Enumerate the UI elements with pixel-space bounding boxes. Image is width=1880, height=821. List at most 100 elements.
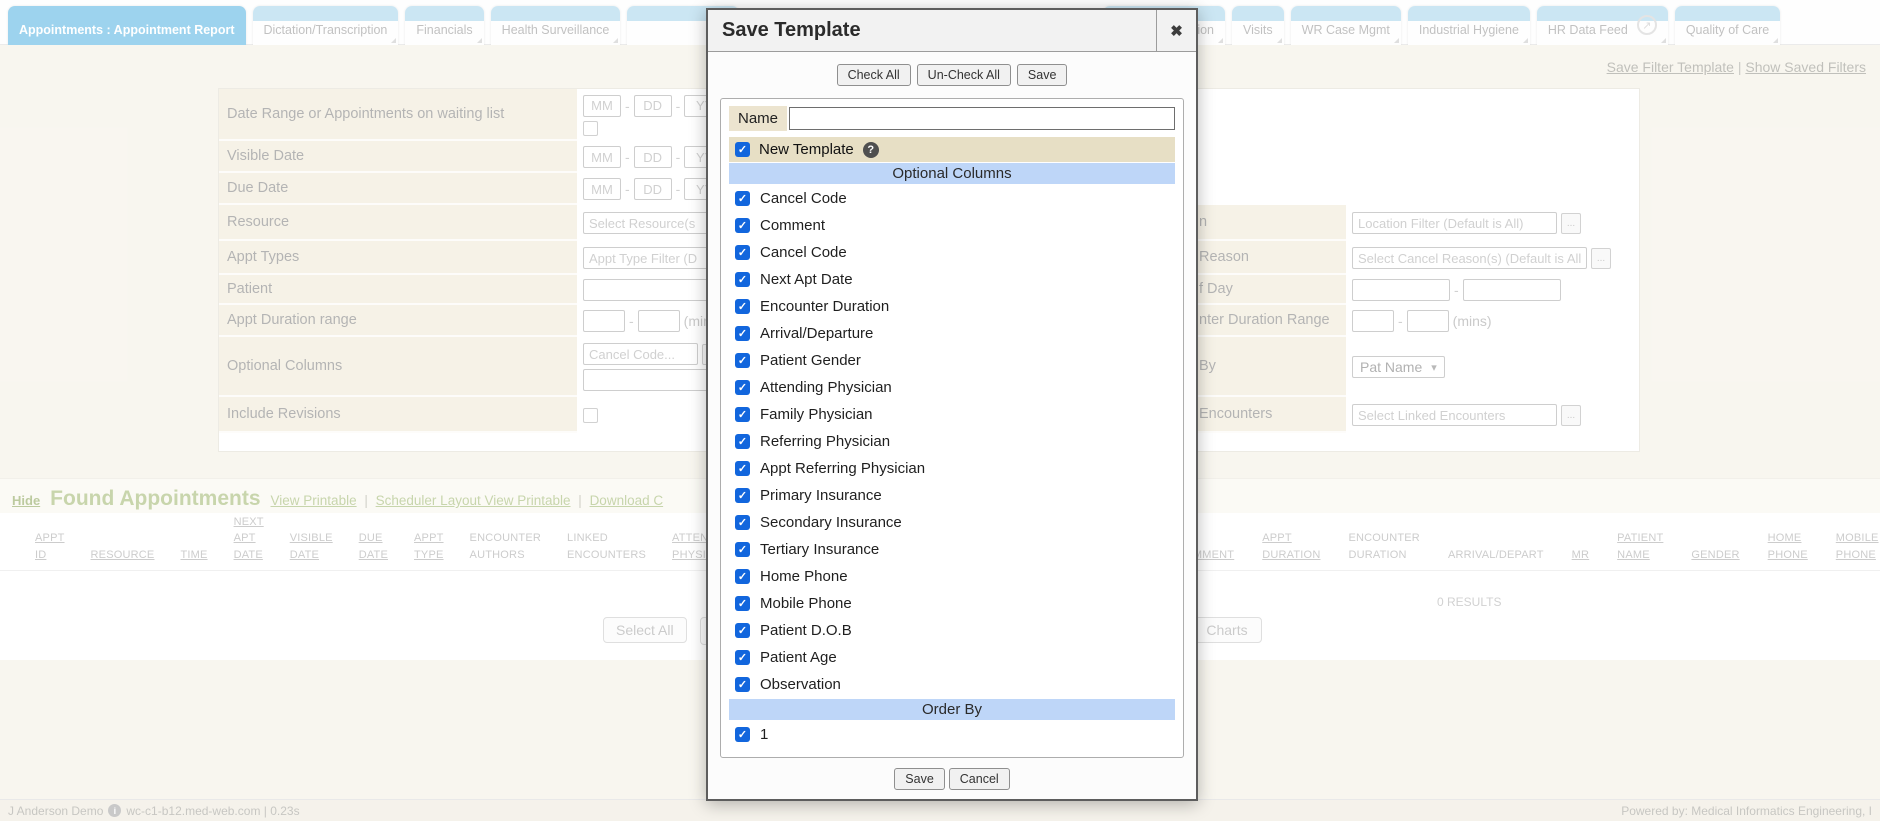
save-filter-template-link[interactable]: Save Filter Template bbox=[1607, 59, 1734, 75]
column-header[interactable]: MOBILE PHONE bbox=[1836, 530, 1879, 563]
help-icon[interactable]: ? bbox=[863, 142, 879, 158]
chevron-down-icon: ▾ bbox=[1431, 361, 1437, 374]
column-header[interactable]: GENDER bbox=[1691, 547, 1739, 564]
nav-tab[interactable]: Health Surveillance ↗ bbox=[491, 6, 621, 45]
nav-tab[interactable]: Appointments : Appointment Report ↗ bbox=[8, 6, 246, 45]
optional-column-label: Primary Insurance bbox=[760, 487, 882, 504]
checkbox-checked[interactable] bbox=[735, 326, 750, 341]
linked-encounters-input[interactable] bbox=[1352, 404, 1557, 426]
optional-column-label: Mobile Phone bbox=[760, 595, 852, 612]
download-link[interactable]: Download C bbox=[590, 493, 664, 508]
appt-duration-min-input[interactable] bbox=[583, 310, 625, 332]
checkbox-checked[interactable] bbox=[735, 677, 750, 692]
checkbox-checked[interactable] bbox=[735, 191, 750, 206]
checkbox-checked[interactable] bbox=[735, 542, 750, 557]
cancel-button[interactable]: Cancel bbox=[949, 768, 1010, 790]
resource-label: Resource bbox=[219, 205, 577, 241]
tab-group-left: Appointments : Appointment Report ↗ Dict… bbox=[8, 6, 739, 45]
optional-column-item: Patient Gender bbox=[729, 347, 1175, 374]
waiting-list-checkbox[interactable] bbox=[583, 121, 598, 136]
column-header[interactable]: APPT TYPE bbox=[414, 530, 444, 563]
view-printable-link[interactable]: View Printable bbox=[271, 493, 357, 508]
optional-column-item: Cancel Code bbox=[729, 185, 1175, 212]
checkbox-checked[interactable] bbox=[735, 650, 750, 665]
save-top-button[interactable]: Save bbox=[1017, 64, 1068, 86]
optional-column-label: Family Physician bbox=[760, 406, 873, 423]
time-of-day-start-input[interactable] bbox=[1352, 279, 1450, 301]
checkbox-checked[interactable] bbox=[735, 488, 750, 503]
due-date-mm-input[interactable] bbox=[583, 178, 621, 200]
location-filter-input[interactable] bbox=[1352, 212, 1557, 234]
appt-duration-max-input[interactable] bbox=[638, 310, 680, 332]
select-all-button[interactable]: Select All bbox=[603, 617, 687, 643]
check-all-button[interactable]: Check All bbox=[837, 64, 911, 86]
linked-encounters-picker-button[interactable]: ... bbox=[1561, 405, 1581, 426]
nav-tab[interactable]: Quality of Care ↗ bbox=[1675, 6, 1780, 45]
info-icon[interactable]: i bbox=[108, 804, 121, 817]
column-header[interactable]: DUE DATE bbox=[359, 530, 388, 563]
location-picker-button[interactable]: ... bbox=[1561, 213, 1581, 234]
checkbox-checked[interactable] bbox=[735, 218, 750, 233]
cancel-reason-picker-button[interactable]: ... bbox=[1591, 248, 1611, 269]
nav-tab[interactable]: Financials ↗ bbox=[405, 6, 483, 45]
column-header[interactable]: HOME PHONE bbox=[1768, 530, 1808, 563]
checkbox-checked[interactable] bbox=[735, 727, 750, 742]
checkbox-checked[interactable] bbox=[735, 569, 750, 584]
cancel-reason-fields: ... bbox=[1346, 241, 1641, 275]
order-by-item: 1 bbox=[729, 721, 1175, 748]
modal-header: Save Template ✖ bbox=[708, 10, 1196, 52]
encounter-duration-min-input[interactable] bbox=[1352, 310, 1394, 332]
nav-tab[interactable]: Visits ↗ bbox=[1232, 6, 1284, 45]
date-range-mm-input[interactable] bbox=[583, 95, 621, 117]
new-template-checkbox[interactable] bbox=[735, 142, 750, 157]
checkbox-checked[interactable] bbox=[735, 272, 750, 287]
nav-tab[interactable]: HR Data Feed ↗ bbox=[1537, 6, 1668, 45]
checkbox-checked[interactable] bbox=[735, 596, 750, 611]
column-header[interactable]: APPT DURATION bbox=[1262, 530, 1320, 563]
checkbox-checked[interactable] bbox=[735, 623, 750, 638]
scheduler-layout-view-printable-link[interactable]: Scheduler Layout View Printable bbox=[376, 493, 571, 508]
order-by-list: 1 bbox=[729, 721, 1175, 748]
external-link-icon: ↗ bbox=[1637, 15, 1657, 35]
visible-date-mm-input[interactable] bbox=[583, 146, 621, 168]
close-icon[interactable]: ✖ bbox=[1156, 10, 1196, 51]
column-header[interactable]: APPT ID bbox=[35, 530, 65, 563]
order-by-select[interactable]: Pat Name ▾ bbox=[1352, 356, 1445, 378]
column-header[interactable]: RESOURCE bbox=[91, 547, 155, 564]
column-header[interactable]: PATIENT NAME bbox=[1617, 530, 1663, 563]
checkbox-checked[interactable] bbox=[735, 245, 750, 260]
nav-tab[interactable]: Dictation/Transcription ↗ bbox=[253, 6, 399, 45]
checkbox-checked[interactable] bbox=[735, 461, 750, 476]
visible-date-dd-input[interactable] bbox=[634, 146, 672, 168]
save-button[interactable]: Save bbox=[894, 768, 945, 790]
hide-link[interactable]: Hide bbox=[12, 493, 40, 508]
encounter-duration-max-input[interactable] bbox=[1407, 310, 1449, 332]
include-revisions-checkbox[interactable] bbox=[583, 408, 598, 423]
checkbox-checked[interactable] bbox=[735, 515, 750, 530]
checkbox-checked[interactable] bbox=[735, 353, 750, 368]
checkbox-checked[interactable] bbox=[735, 434, 750, 449]
charts-button[interactable]: Charts bbox=[1192, 617, 1262, 643]
checkbox-checked[interactable] bbox=[735, 407, 750, 422]
nav-tab[interactable]: WR Case Mgmt ↗ bbox=[1291, 6, 1401, 45]
column-header[interactable]: TIME bbox=[180, 547, 207, 564]
column-header[interactable]: NEXT APT DATE bbox=[234, 514, 264, 564]
tab-group-right: tion ↗ Visits ↗ WR Case Mgmt ↗ Industria… bbox=[1103, 6, 1780, 45]
nav-tab[interactable]: Industrial Hygiene ↗ bbox=[1408, 6, 1530, 45]
found-appointments-links: View Printable | Scheduler Layout View P… bbox=[271, 493, 664, 508]
optional-columns-input[interactable] bbox=[583, 343, 698, 365]
column-header[interactable]: VISIBLE DATE bbox=[290, 530, 333, 563]
show-saved-filters-link[interactable]: Show Saved Filters bbox=[1745, 59, 1866, 75]
modal-title: Save Template bbox=[708, 10, 1156, 51]
due-date-dd-input[interactable] bbox=[634, 178, 672, 200]
checkbox-checked[interactable] bbox=[735, 380, 750, 395]
column-header[interactable]: MR bbox=[1572, 547, 1590, 564]
nav-tab-label: Visits bbox=[1243, 23, 1273, 37]
checkbox-checked[interactable] bbox=[735, 299, 750, 314]
template-name-input[interactable] bbox=[789, 107, 1175, 130]
optional-columns-secondary-input[interactable] bbox=[583, 369, 713, 391]
cancel-reason-input[interactable] bbox=[1352, 247, 1587, 269]
time-of-day-end-input[interactable] bbox=[1463, 279, 1561, 301]
date-range-dd-input[interactable] bbox=[634, 95, 672, 117]
uncheck-all-button[interactable]: Un-Check All bbox=[917, 64, 1011, 86]
